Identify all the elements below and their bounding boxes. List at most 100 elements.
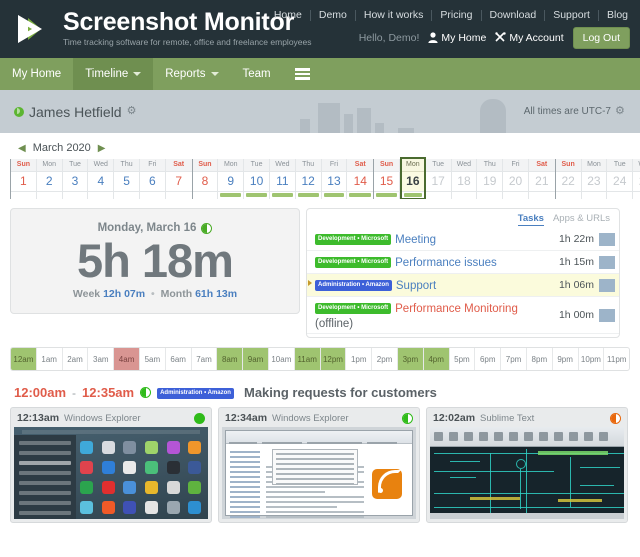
calendar-day[interactable]: Sun1 xyxy=(11,159,37,199)
top-nav-demo[interactable]: Demo xyxy=(311,10,356,21)
top-nav-how-it-works[interactable]: How it works xyxy=(356,10,433,21)
hour-cell[interactable]: 3am xyxy=(88,348,114,370)
screenshot-card[interactable]: 12:34am Windows Explorer xyxy=(218,407,420,523)
nav-team[interactable]: Team xyxy=(231,58,283,90)
calendar-day[interactable]: Wed11 xyxy=(270,159,296,199)
user-settings-gear-icon[interactable]: ⚙ xyxy=(127,106,138,117)
daily-date-row: Monday, March 16 xyxy=(98,222,213,234)
top-nav-blog[interactable]: Blog xyxy=(599,10,630,21)
calendar-day-of-week: Sun xyxy=(11,159,36,172)
task-row[interactable]: Development • MicrosoftPerformance issue… xyxy=(307,251,619,274)
nav-timeline[interactable]: Timeline xyxy=(73,58,153,90)
hour-cell[interactable]: 8pm xyxy=(527,348,553,370)
hour-cell[interactable]: 4am xyxy=(114,348,140,370)
calendar-day[interactable]: Thu19 xyxy=(477,159,503,199)
tab-apps-urls[interactable]: Apps & URLs xyxy=(553,213,610,226)
calendar-day[interactable]: Wed18 xyxy=(452,159,478,199)
hour-cell[interactable]: 7pm xyxy=(501,348,527,370)
task-duration-bar xyxy=(599,279,615,292)
hour-cell[interactable]: 10am xyxy=(269,348,295,370)
calendar-strip: Sun1Mon2Tue3Wed4Thu5Fri6Sat7Sun8Mon9Tue1… xyxy=(10,159,630,199)
hour-cell[interactable]: 1am xyxy=(37,348,63,370)
top-nav-download[interactable]: Download xyxy=(482,10,546,21)
hour-cell[interactable]: 7am xyxy=(192,348,218,370)
task-offline-label: (offline) xyxy=(315,317,554,331)
calendar-day[interactable]: Mon9 xyxy=(218,159,244,199)
calendar-day[interactable]: Sat7 xyxy=(166,159,192,199)
hour-cell[interactable]: 1pm xyxy=(346,348,372,370)
calendar-day-activity-bar xyxy=(402,191,424,198)
thumb-app-grid xyxy=(80,441,204,514)
hour-cell[interactable]: 10pm xyxy=(579,348,605,370)
calendar-day[interactable]: Thu5 xyxy=(114,159,140,199)
calendar-day-selected[interactable]: Mon16 xyxy=(400,157,426,199)
hour-cell[interactable]: 9am xyxy=(243,348,269,370)
calendar-day[interactable]: Wed25 xyxy=(633,159,640,199)
nav-menu-button[interactable] xyxy=(283,58,322,90)
task-label-wrap: Development • MicrosoftPerformance Monit… xyxy=(315,299,554,331)
hour-cell[interactable]: 4pm xyxy=(424,348,450,370)
nav-my-home[interactable]: My Home xyxy=(0,58,73,90)
calendar-day[interactable]: Fri13 xyxy=(322,159,348,199)
hour-cell[interactable]: 3pm xyxy=(398,348,424,370)
hour-cell[interactable]: 6am xyxy=(166,348,192,370)
timezone-gear-icon[interactable]: ⚙ xyxy=(615,106,626,117)
screenshot-thumbnail[interactable] xyxy=(430,427,624,519)
top-nav-pricing[interactable]: Pricing xyxy=(432,10,481,21)
calendar-day[interactable]: Thu12 xyxy=(296,159,322,199)
task-row[interactable]: Administration • AmazonMaking requests f… xyxy=(307,334,619,338)
task-name[interactable]: Performance issues xyxy=(395,257,497,269)
tab-tasks[interactable]: Tasks xyxy=(518,213,544,226)
hour-cell[interactable]: 6pm xyxy=(475,348,501,370)
hour-cell[interactable]: 5am xyxy=(140,348,166,370)
calendar-day[interactable]: Fri6 xyxy=(140,159,166,199)
hour-cell[interactable]: 11am xyxy=(295,348,321,370)
hour-cell[interactable]: 5pm xyxy=(450,348,476,370)
hour-cell[interactable]: 2pm xyxy=(372,348,398,370)
calendar-day[interactable]: Sat14 xyxy=(347,159,373,199)
calendar-day[interactable]: Sun8 xyxy=(193,159,219,199)
calendar-day-activity-bar xyxy=(37,191,62,198)
my-account-link[interactable]: My Account xyxy=(495,32,563,44)
user-identity[interactable]: James Hetfield ⚙ xyxy=(14,104,138,120)
hour-cell[interactable]: 11pm xyxy=(604,348,629,370)
calendar-day[interactable]: Tue3 xyxy=(63,159,89,199)
calendar-day[interactable]: Tue17 xyxy=(426,159,452,199)
screenshot-card[interactable]: 12:13am Windows Explorer xyxy=(10,407,212,523)
calendar-day[interactable]: Fri20 xyxy=(503,159,529,199)
screenshot-thumbnail[interactable] xyxy=(222,427,416,519)
screenshot-card[interactable]: 12:02am Sublime Text xyxy=(426,407,628,523)
calendar-day[interactable]: Tue10 xyxy=(244,159,270,199)
calendar-day[interactable]: Sun22 xyxy=(556,159,582,199)
hour-cell[interactable]: 8am xyxy=(217,348,243,370)
screenshot-thumbnail[interactable] xyxy=(14,427,208,519)
calendar-day[interactable]: Sun15 xyxy=(374,159,400,199)
hour-cell[interactable]: 2am xyxy=(63,348,89,370)
top-nav-home[interactable]: Home xyxy=(266,10,311,21)
hour-label: 9pm xyxy=(557,355,573,364)
expand-arrow-icon[interactable] xyxy=(308,280,312,286)
top-nav-support[interactable]: Support xyxy=(545,10,599,21)
month-label: March 2020 xyxy=(33,142,91,154)
task-row[interactable]: Development • MicrosoftMeeting1h 22m xyxy=(307,228,619,251)
prev-month-arrow-icon[interactable]: ◀ xyxy=(18,143,26,154)
log-out-button[interactable]: Log Out xyxy=(573,27,630,49)
hour-cell[interactable]: 9pm xyxy=(553,348,579,370)
timezone-info[interactable]: All times are UTC-7 ⚙ xyxy=(524,106,626,117)
next-month-arrow-icon[interactable]: ▶ xyxy=(98,143,106,154)
calendar-day[interactable]: Tue24 xyxy=(607,159,633,199)
calendar-day-activity-bar xyxy=(296,191,321,198)
calendar-day[interactable]: Wed4 xyxy=(88,159,114,199)
calendar-day[interactable]: Mon23 xyxy=(582,159,608,199)
task-name[interactable]: Performance Monitoring xyxy=(395,303,518,315)
calendar-day[interactable]: Sat21 xyxy=(529,159,555,199)
calendar-day[interactable]: Mon2 xyxy=(37,159,63,199)
my-home-link[interactable]: My Home xyxy=(428,32,486,44)
task-name[interactable]: Support xyxy=(396,280,436,292)
task-row[interactable]: Administration • AmazonSupport1h 06m xyxy=(307,274,619,297)
hour-cell[interactable]: 12am xyxy=(11,348,37,370)
nav-reports[interactable]: Reports xyxy=(153,58,230,90)
task-name[interactable]: Meeting xyxy=(395,234,436,246)
hour-cell[interactable]: 12pm xyxy=(321,348,347,370)
task-row[interactable]: Development • MicrosoftPerformance Monit… xyxy=(307,297,619,334)
